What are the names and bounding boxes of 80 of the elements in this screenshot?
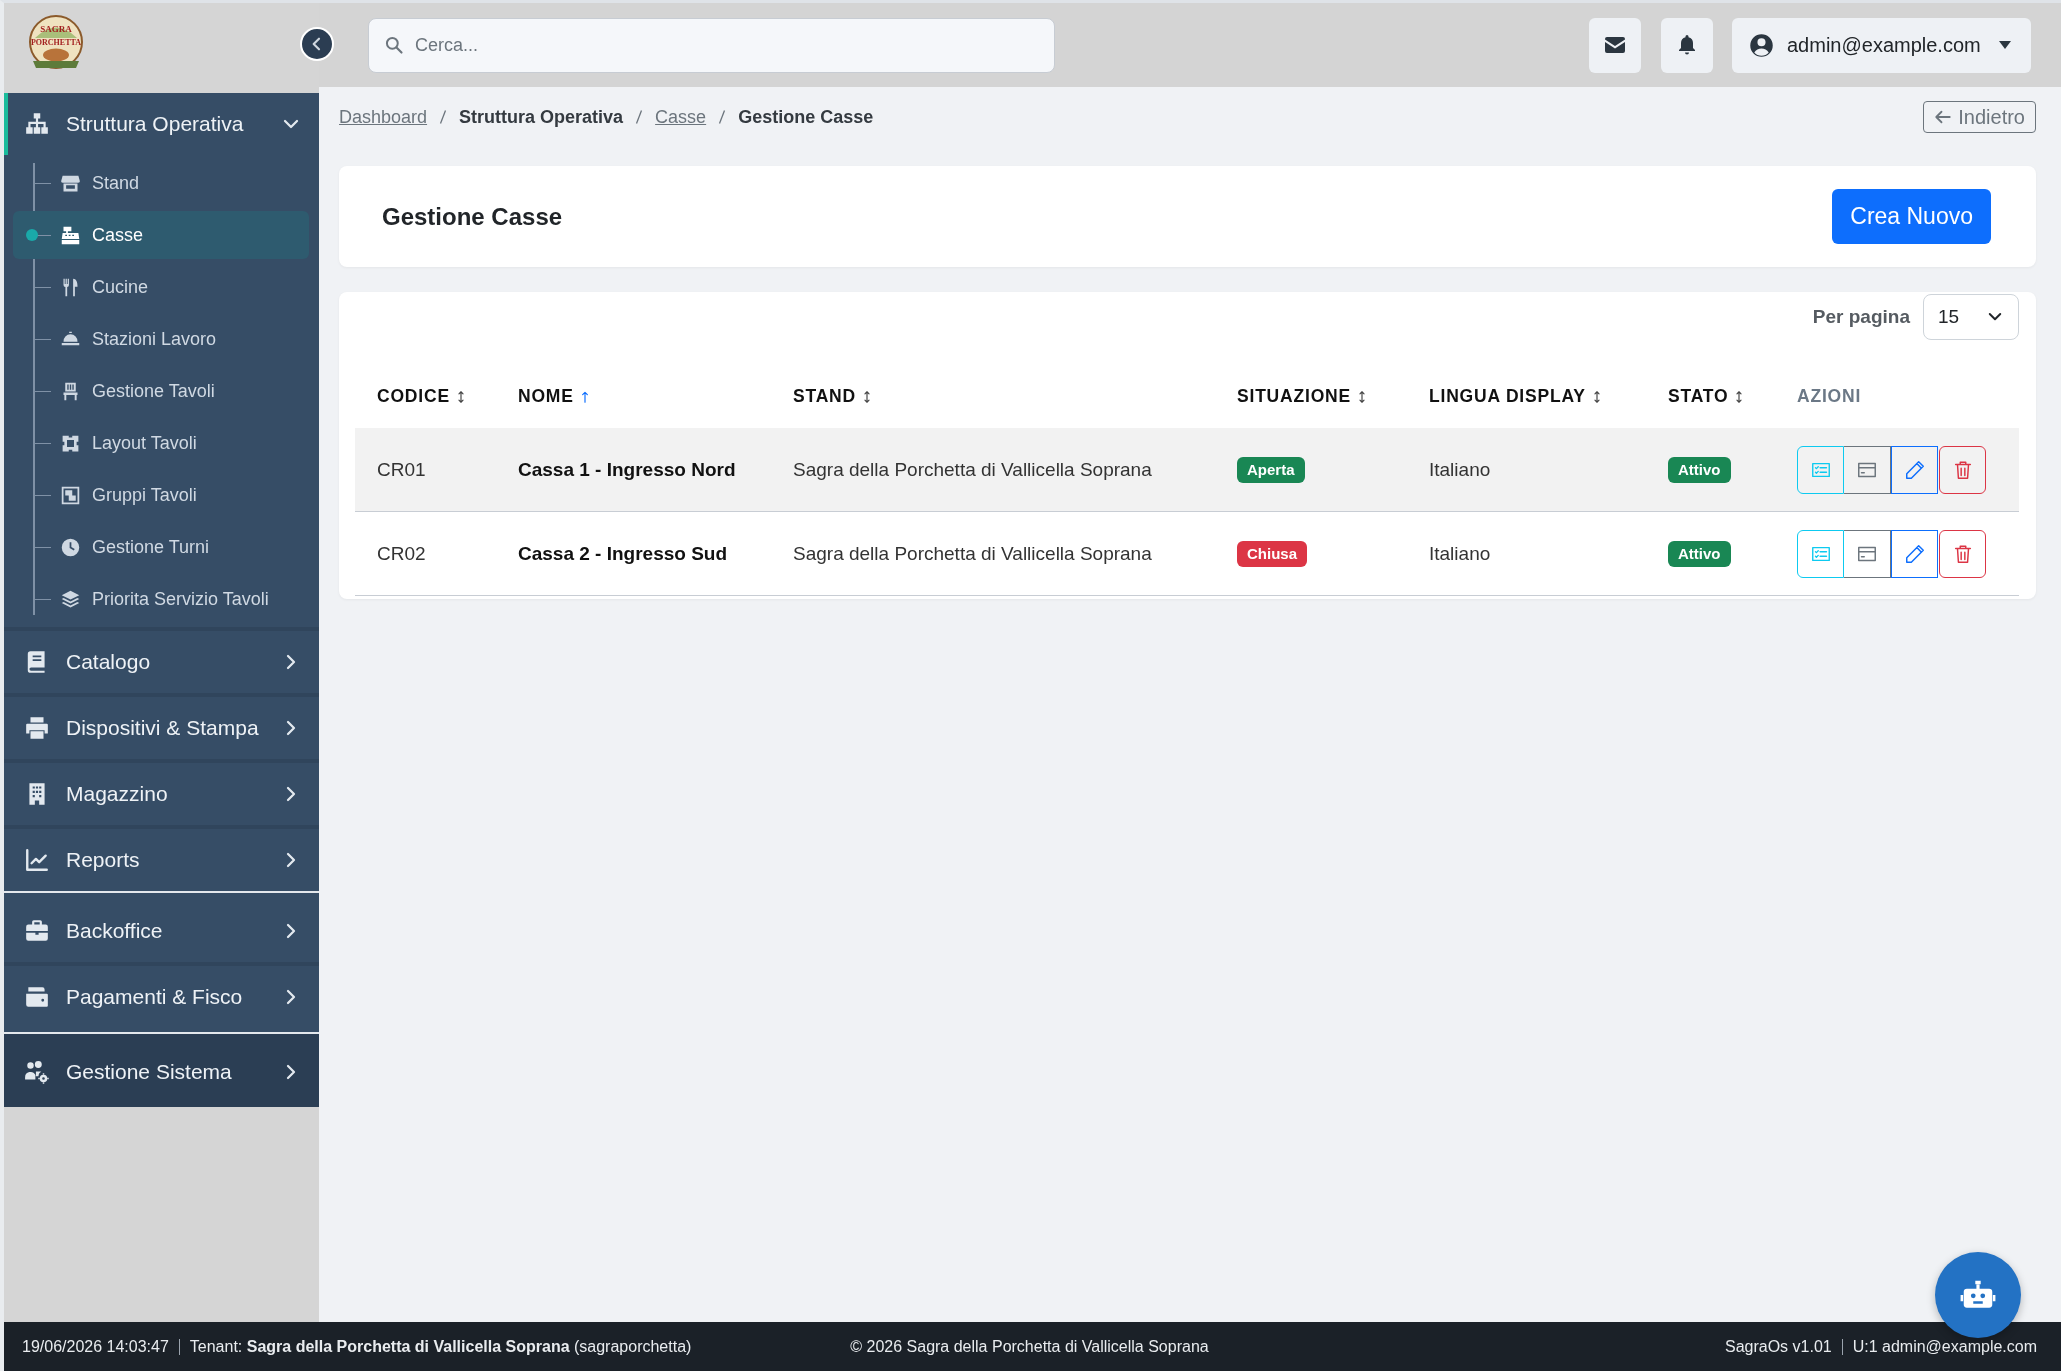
sidebar-item[interactable]: Priorita Servizio Tavoli: [13, 575, 309, 623]
wallet-icon: [24, 984, 50, 1010]
pencil-icon: [1903, 458, 1926, 481]
edit-button[interactable]: [1891, 445, 1938, 494]
footer-user: U:1 admin@example.com: [1852, 1337, 2037, 1356]
footer-datetime: 19/06/2026 14:03:47: [22, 1337, 169, 1356]
back-button[interactable]: Indietro: [1923, 101, 2036, 133]
breadcrumb-link[interactable]: Casse: [655, 106, 707, 128]
chatbot-button[interactable]: [1935, 1252, 2021, 1338]
user-menu-button[interactable]: admin@example.com: [1732, 17, 2031, 73]
tenant-info: Tenant: Sagra della Porchetta di Vallicella Soprana (sagraporchetta): [189, 1337, 692, 1356]
table-cell: Italiano: [1429, 542, 1491, 565]
create-button[interactable]: Crea Nuovo: [1832, 189, 1991, 244]
breadcrumb-text: Struttura Operativa: [459, 106, 624, 128]
arrow-left-icon: [1934, 108, 1953, 126]
sidebar-item[interactable]: Stand: [13, 159, 309, 207]
sidebar-item[interactable]: Casse: [13, 211, 309, 259]
object-group-icon: [60, 484, 81, 506]
table-cell: CR01: [377, 458, 426, 481]
sidebar-section[interactable]: Pagamenti & Fisco: [4, 966, 319, 1028]
line-chart-icon: [24, 847, 50, 873]
pencil-icon: [1903, 542, 1926, 565]
table-cell: Cassa 2 - Ingresso Sud: [518, 542, 728, 565]
sidebar-section[interactable]: Magazzino: [4, 763, 319, 825]
sidebar-item[interactable]: Gestione Tavoli: [13, 367, 309, 415]
table-cell: Sagra della Porchetta di Vallicella Soprana: [793, 542, 1152, 565]
copyright-text: © 2026 Sagra della Porchetta di Vallicella Soprana: [850, 1337, 1209, 1356]
search-icon: [384, 34, 404, 55]
messages-button[interactable]: [1589, 17, 1641, 73]
caret-down-icon: [1999, 41, 2011, 49]
breadcrumb-text: Gestione Casse: [738, 106, 874, 128]
search-field[interactable]: Cerca...: [368, 17, 1055, 73]
collapse-sidebar-button[interactable]: [300, 27, 334, 61]
slash-icon: [635, 109, 644, 125]
sidebar-section[interactable]: Dispositivi & Stampa: [4, 697, 319, 759]
delete-button[interactable]: [1939, 445, 1986, 494]
layers-icon: [60, 588, 81, 610]
table-cell: CR02: [377, 542, 426, 565]
table-cell: Italiano: [1429, 458, 1491, 481]
column-header[interactable]: NOME: [518, 386, 592, 407]
sidebar-item[interactable]: Gruppi Tavoli: [13, 471, 309, 519]
column-header[interactable]: CODICE: [377, 386, 468, 407]
status-badge: Attivo: [1668, 456, 1731, 483]
notifications-button[interactable]: [1661, 17, 1713, 73]
card-button[interactable]: [1844, 529, 1891, 578]
column-header[interactable]: SITUAZIONE: [1237, 386, 1369, 407]
breadcrumb-link[interactable]: Dashboard: [339, 106, 428, 128]
briefcase-icon: [24, 918, 50, 944]
sidebar-item[interactable]: Gestione Turni: [13, 523, 309, 571]
sitemap-icon: [24, 111, 50, 137]
sidebar-section[interactable]: Struttura Operativa: [4, 93, 319, 155]
column-header[interactable]: STAND: [793, 386, 874, 407]
column-header: AZIONI: [1797, 386, 1862, 407]
status-badge: Aperta: [1237, 456, 1305, 483]
active-dot-icon: [26, 229, 38, 241]
sidebar-section[interactable]: Reports: [4, 829, 319, 891]
sidebar-section[interactable]: Backoffice: [4, 900, 319, 962]
status-badge: Attivo: [1668, 540, 1731, 567]
cash-register-icon: [60, 224, 81, 246]
card-button[interactable]: [1844, 445, 1891, 494]
clock-icon: [60, 536, 81, 558]
edit-button[interactable]: [1891, 529, 1938, 578]
users-gear-icon: [24, 1059, 50, 1085]
column-header[interactable]: LINGUA DISPLAY: [1429, 386, 1604, 407]
table-cell: Sagra della Porchetta di Vallicella Soprana: [793, 458, 1152, 481]
table-cell: Cassa 1 - Ingresso Nord: [518, 458, 736, 481]
column-header[interactable]: STATO: [1668, 386, 1747, 407]
sidebar-item[interactable]: Layout Tavoli: [13, 419, 309, 467]
sidebar-item[interactable]: Stazioni Lavoro: [13, 315, 309, 363]
sidebar-item[interactable]: Cucine: [13, 263, 309, 311]
page-title: Gestione Casse: [382, 202, 563, 231]
status-badge: Chiusa: [1237, 540, 1307, 567]
sidebar-section[interactable]: Catalogo: [4, 631, 319, 693]
app-version: SagraOs v1.01: [1724, 1337, 1832, 1356]
delete-button[interactable]: [1939, 529, 1986, 578]
per-page-select[interactable]: 15: [1923, 294, 2019, 340]
printer-icon: [24, 715, 50, 741]
slash-icon: [439, 109, 448, 125]
per-page-label: Per pagina: [1812, 306, 1910, 328]
slash-icon: [718, 109, 727, 125]
